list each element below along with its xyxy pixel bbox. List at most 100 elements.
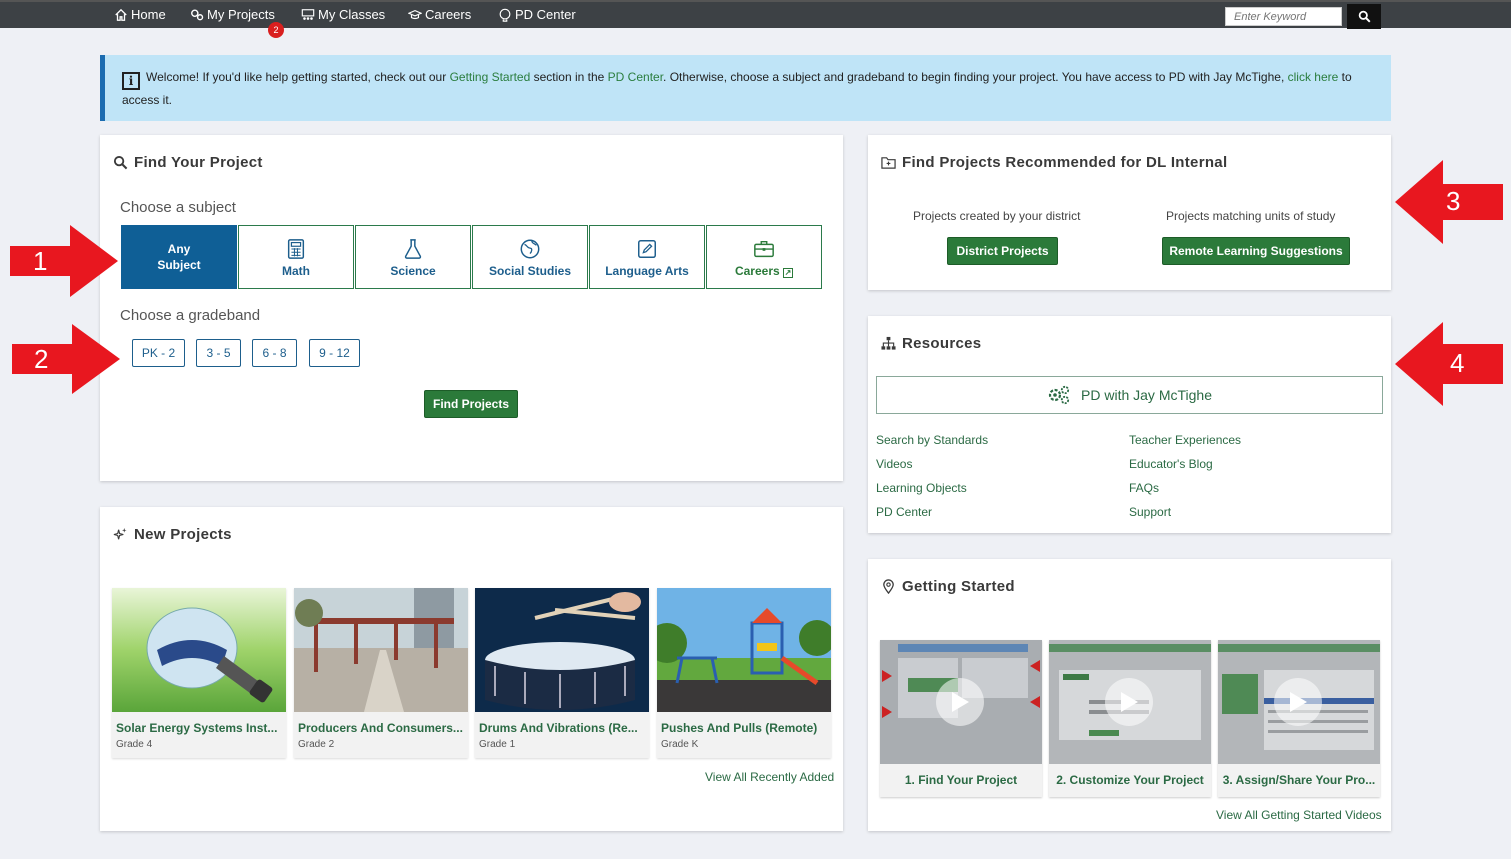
grade-68-button[interactable]: 6 - 8 (252, 339, 297, 367)
videos-link[interactable]: Videos (876, 457, 912, 471)
video-thumbnail (1049, 640, 1211, 764)
nav-pd-center-label: PD Center (515, 7, 576, 22)
alert-text-2: section in the (530, 70, 608, 84)
search-icon (113, 155, 128, 170)
find-project-title: Find Your Project (113, 154, 263, 171)
pd-center-resource-link[interactable]: PD Center (876, 505, 932, 519)
search-button[interactable] (1347, 4, 1381, 29)
project-title: Pushes And Pulls (Remote) (661, 721, 818, 735)
video-card-customize[interactable]: 2. Customize Your Project (1049, 640, 1211, 797)
nav-careers[interactable]: Careers (408, 7, 471, 22)
learning-objects-link[interactable]: Learning Objects (876, 481, 967, 495)
pd-icon (499, 8, 511, 22)
project-grade: Grade 4 (116, 739, 153, 750)
calculator-icon (287, 239, 305, 259)
project-title: Drums And Vibrations (Re... (479, 721, 638, 735)
info-icon: i (122, 72, 140, 90)
video-thumbnail (1218, 640, 1380, 764)
project-title: Producers And Consumers... (298, 721, 463, 735)
alert-text-3: . Otherwise, choose a subject and gradeb… (663, 70, 1288, 84)
educators-blog-link[interactable]: Educator's Blog (1129, 457, 1213, 471)
district-projects-label: Projects created by your district (913, 209, 1081, 223)
search-icon (1358, 10, 1370, 23)
video-thumbnail (880, 640, 1042, 764)
annotation-number-1: 1 (33, 246, 48, 276)
faqs-link[interactable]: FAQs (1129, 481, 1159, 495)
project-card-pushes[interactable]: Pushes And Pulls (Remote) Grade K (657, 588, 831, 758)
subject-social-studies-button[interactable]: Social Studies (472, 225, 588, 289)
view-all-recent-link[interactable]: View All Recently Added (705, 770, 834, 784)
welcome-alert: i Welcome! If you'd like help getting sta… (100, 55, 1391, 121)
project-title: Solar Energy Systems Inst... (116, 721, 278, 735)
project-card-solar[interactable]: Solar Energy Systems Inst... Grade 4 (112, 588, 286, 758)
nav-my-classes[interactable]: My Classes (301, 7, 385, 22)
nav-home-label: Home (131, 7, 166, 22)
globe-icon (520, 239, 540, 259)
sitemap-icon (881, 336, 896, 350)
play-icon (1105, 678, 1153, 726)
view-all-videos-link[interactable]: View All Getting Started Videos (1216, 808, 1382, 822)
nav-home[interactable]: Home (114, 7, 166, 22)
grade-912-button[interactable]: 9 - 12 (309, 339, 360, 367)
classroom-icon (301, 8, 315, 20)
project-card-drums[interactable]: Drums And Vibrations (Re... Grade 1 (475, 588, 649, 758)
search-standards-link[interactable]: Search by Standards (876, 433, 988, 447)
district-projects-button[interactable]: District Projects (947, 237, 1058, 265)
folder-icon (881, 157, 896, 169)
project-grade: Grade 1 (479, 739, 516, 750)
recommended-title: Find Projects Recommended for DL Interna… (881, 154, 1227, 171)
playground-image (657, 588, 831, 712)
video-title: 2. Customize Your Project (1056, 773, 1204, 787)
pd-mctighe-button[interactable]: PD with Jay McTighe (876, 376, 1383, 414)
video-card-assign[interactable]: 3. Assign/Share Your Pro... (1218, 640, 1380, 797)
drum-image (475, 588, 649, 712)
nav-pd-center[interactable]: PD Center (498, 7, 576, 22)
home-icon (115, 8, 127, 21)
find-projects-button[interactable]: Find Projects (424, 390, 518, 418)
support-link[interactable]: Support (1129, 505, 1171, 519)
nav-my-projects-label: My Projects (207, 7, 275, 22)
external-link-icon: ↗ (783, 268, 794, 278)
subject-any-button[interactable]: Any Subject (121, 225, 237, 289)
pencil-square-icon (638, 240, 656, 258)
remote-learning-button[interactable]: Remote Learning Suggestions (1162, 237, 1350, 265)
project-grade: Grade 2 (298, 739, 335, 750)
gears-icon (1048, 385, 1070, 405)
subject-language-arts-button[interactable]: Language Arts (589, 225, 705, 289)
getting-started-link[interactable]: Getting Started (450, 70, 531, 84)
top-navbar: Home My Projects My Classes Careers PD C… (0, 0, 1511, 29)
resources-title: Resources (881, 335, 981, 352)
grade-pk2-button[interactable]: PK - 2 (132, 339, 185, 367)
nav-my-projects[interactable]: My Projects (190, 7, 275, 22)
teacher-experiences-link[interactable]: Teacher Experiences (1129, 433, 1241, 447)
units-of-study-label: Projects matching units of study (1166, 209, 1336, 223)
pd-center-link[interactable]: PD Center (608, 70, 663, 84)
video-title: 3. Assign/Share Your Pro... (1222, 773, 1376, 787)
flask-icon (404, 239, 422, 259)
grade-35-button[interactable]: 3 - 5 (196, 339, 241, 367)
click-here-link[interactable]: click here (1288, 70, 1339, 84)
solar-bulb-image (112, 588, 286, 712)
play-icon (1274, 678, 1322, 726)
nav-my-classes-label: My Classes (318, 7, 386, 22)
sparkles-icon (113, 527, 127, 540)
subject-science-button[interactable]: Science (355, 225, 471, 289)
park-pergola-image (294, 588, 468, 712)
subject-math-button[interactable]: Math (238, 225, 354, 289)
graduation-cap-icon (408, 9, 422, 19)
project-card-producers[interactable]: Producers And Consumers... Grade 2 (294, 588, 468, 758)
getting-started-title: Getting Started (881, 578, 1015, 595)
annotation-arrow-2 (12, 324, 120, 394)
project-grade: Grade K (661, 739, 699, 750)
keyword-search-input[interactable] (1225, 7, 1342, 26)
choose-subject-label: Choose a subject (120, 199, 236, 216)
subject-careers-button[interactable]: Careers ↗ (706, 225, 822, 289)
alert-text-1: Welcome! If you'd like help getting star… (146, 70, 450, 84)
annotation-number-2: 2 (34, 344, 49, 374)
video-card-find[interactable]: 1. Find Your Project (880, 640, 1042, 797)
new-projects-title: New Projects (113, 526, 232, 543)
choose-gradeband-label: Choose a gradeband (120, 307, 261, 324)
video-title: 1. Find Your Project (904, 773, 1018, 787)
play-icon (936, 678, 984, 726)
nav-careers-label: Careers (425, 7, 472, 22)
